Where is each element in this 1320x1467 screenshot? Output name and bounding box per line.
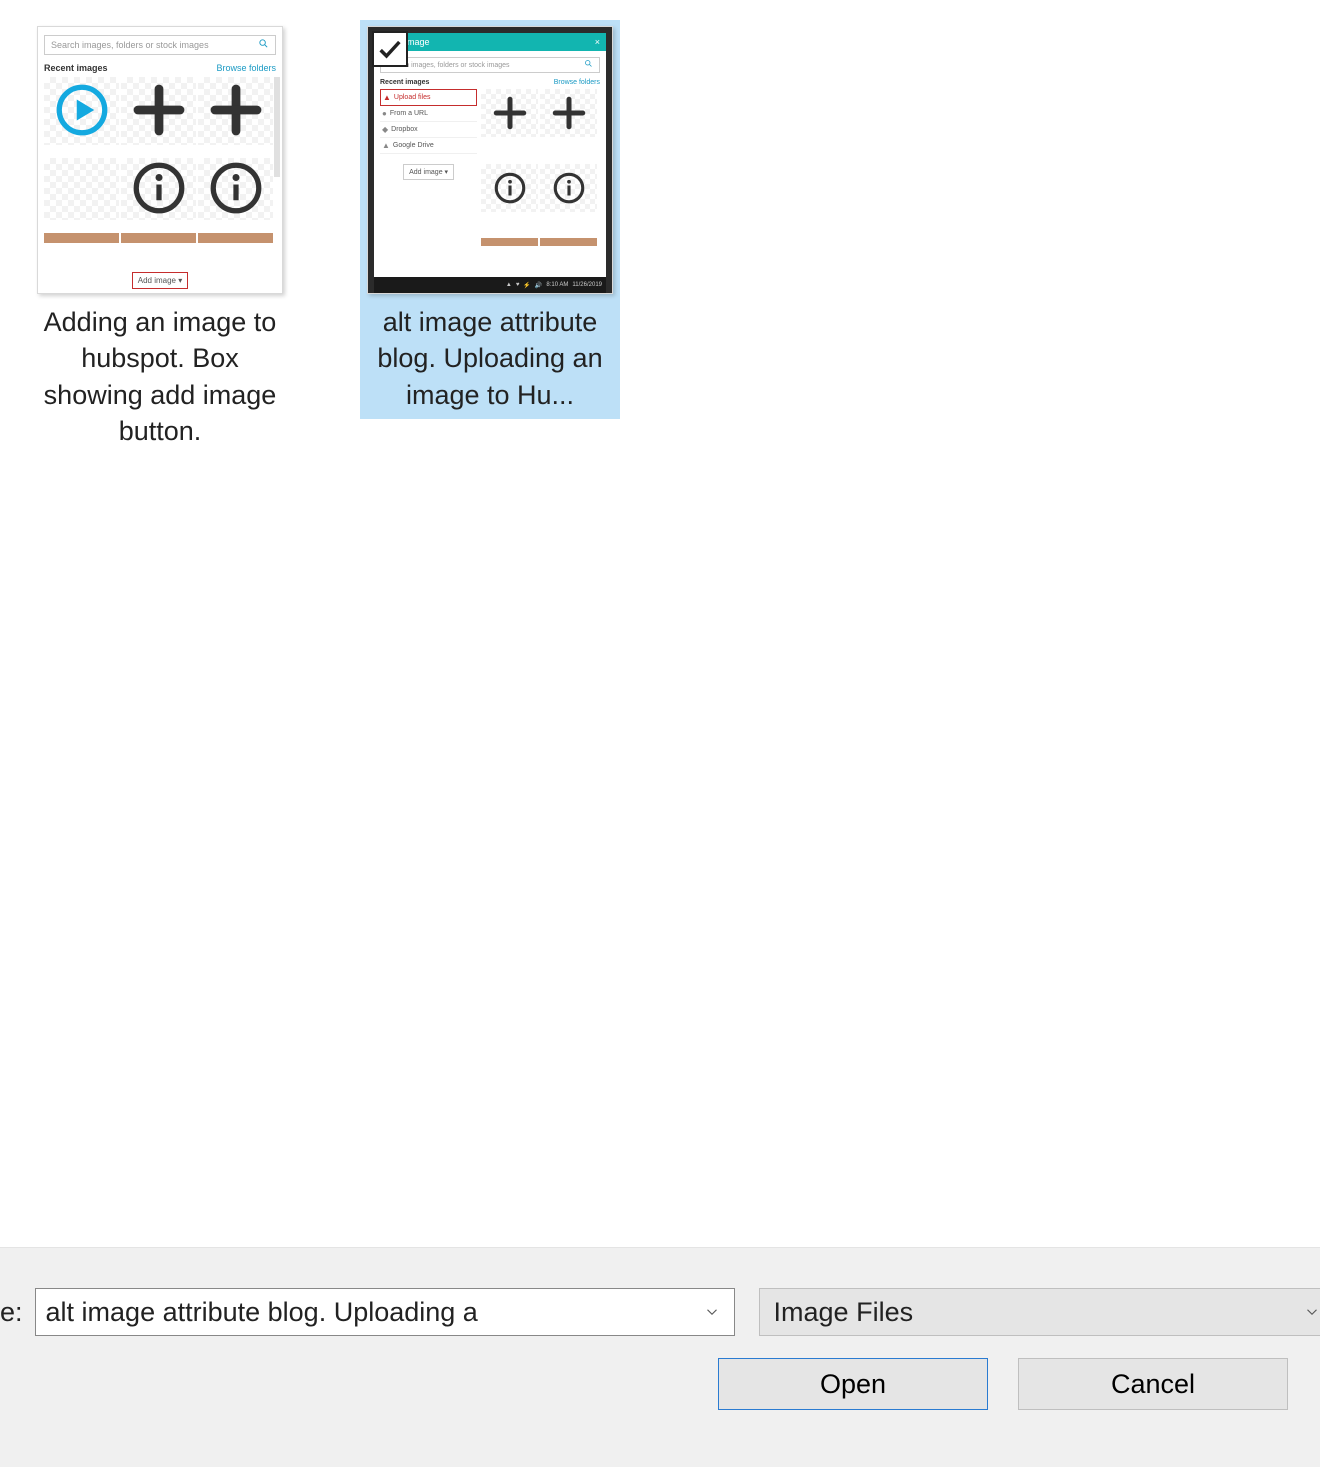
drive-icon: ▲ [382, 141, 390, 150]
checkmark-icon [372, 31, 408, 67]
scrollbar [274, 77, 280, 177]
mock-menu-item: ●From a URL [380, 106, 477, 122]
plus-icon [131, 82, 187, 140]
info-icon [131, 160, 187, 218]
mock-menu-item: ▲Upload files [380, 89, 477, 106]
mock-image-cell [121, 158, 196, 220]
filetype-combobox[interactable]: Image Files [759, 1288, 1320, 1336]
mock-add-image-button: Add image ▾ [132, 272, 188, 289]
mock-menu-item: ◆Dropbox [380, 122, 477, 138]
mock-footer: Add image ▾ [44, 254, 276, 289]
mock-image-cell [198, 233, 273, 243]
footer-row-buttons: Open Cancel [0, 1358, 1290, 1410]
link-icon: ● [382, 109, 387, 118]
mock-menu-label: Dropbox [391, 126, 417, 133]
mock-image-cell [44, 158, 119, 220]
tray-icon: ▲ [506, 282, 512, 288]
search-icon [584, 59, 593, 71]
mock-image-cell [481, 89, 538, 137]
search-icon [258, 38, 269, 52]
tray-icon: 🔊 [535, 282, 542, 289]
mock-menu: ▲Upload files ●From a URL ◆Dropbox ▲Goog… [380, 89, 477, 271]
file-grid: Search images, folders or stock images R… [0, 0, 1320, 1247]
mock-titlebar: Insert image × [374, 33, 606, 51]
tray-icon: ⚡ [523, 282, 530, 289]
play-icon [54, 82, 110, 140]
mock-image-grid [481, 89, 600, 271]
file-item-selected[interactable]: Insert image × Search images, folders or… [360, 20, 620, 419]
plus-icon [208, 82, 264, 140]
mock-body: Search images, folders or stock images R… [374, 51, 606, 277]
mock-image-cell [540, 238, 597, 246]
thumbnail: Insert image × Search images, folders or… [367, 26, 613, 294]
taskbar-date: 11/26/2019 [572, 282, 602, 288]
mock-search-field: Search images, folders or stock images [44, 35, 276, 55]
cancel-button[interactable]: Cancel [1018, 1358, 1288, 1410]
thumbnail-mock: Search images, folders or stock images R… [38, 27, 282, 293]
dialog-footer: e: alt image attribute blog. Uploading a… [0, 1247, 1320, 1467]
mock-menu-item: ▲Google Drive [380, 138, 477, 154]
open-button-label: Open [820, 1369, 886, 1400]
mock-image-cell [540, 164, 597, 212]
upload-icon: ▲ [383, 93, 391, 102]
footer-row-inputs: e: alt image attribute blog. Uploading a… [0, 1288, 1290, 1336]
open-button[interactable]: Open [718, 1358, 988, 1410]
filename-label: e: [0, 1297, 23, 1328]
mock-menu-label: From a URL [390, 110, 428, 117]
mock-search-placeholder: Search images, folders or stock images [51, 40, 209, 50]
mock-recent-label: Recent images [44, 63, 108, 73]
mock-image-cell [540, 89, 597, 137]
mock-search-field: Search images, folders or stock images [380, 57, 600, 73]
mock-taskbar: ▲ ♥ ⚡ 🔊 8:10 AM 11/26/2019 [374, 277, 606, 293]
mock-header-row: Recent images Browse folders [380, 79, 600, 86]
close-icon: × [595, 37, 600, 47]
chevron-down-icon [1300, 1303, 1320, 1321]
mock-lower: ▲Upload files ●From a URL ◆Dropbox ▲Goog… [380, 89, 600, 271]
mock-image-grid [44, 77, 276, 254]
mock-image-cell [44, 233, 119, 243]
file-caption: alt image attribute blog. Uploading an i… [366, 304, 614, 413]
mock-image-cell [121, 233, 196, 243]
mock-add-image-button: Add image ▾ [403, 164, 454, 180]
mock-browse-link: Browse folders [554, 79, 600, 86]
info-icon [208, 160, 264, 218]
tray-icon: ♥ [516, 282, 520, 288]
filename-combobox[interactable]: alt image attribute blog. Uploading a [35, 1288, 735, 1336]
mock-browse-link: Browse folders [216, 63, 276, 73]
filetype-value: Image Files [774, 1297, 1300, 1328]
file-item[interactable]: Search images, folders or stock images R… [30, 20, 290, 456]
chevron-down-icon [700, 1303, 724, 1321]
mock-recent-label: Recent images [380, 79, 429, 86]
mock-image-cell [481, 164, 538, 212]
mock-menu-label: Google Drive [393, 142, 434, 149]
file-caption: Adding an image to hubspot. Box showing … [36, 304, 284, 450]
thumbnail: Search images, folders or stock images R… [37, 26, 283, 294]
taskbar-time: 8:10 AM [546, 282, 568, 288]
mock-image-cell [481, 238, 538, 246]
dropbox-icon: ◆ [382, 125, 388, 134]
mock-image-cell [44, 77, 119, 145]
mock-header-row: Recent images Browse folders [44, 63, 276, 73]
filename-value: alt image attribute blog. Uploading a [46, 1297, 700, 1328]
mock-menu-label: Upload files [394, 94, 431, 101]
cancel-button-label: Cancel [1111, 1369, 1195, 1400]
mock-image-cell [121, 77, 196, 145]
mock-image-cell [198, 158, 273, 220]
mock-image-cell [198, 77, 273, 145]
